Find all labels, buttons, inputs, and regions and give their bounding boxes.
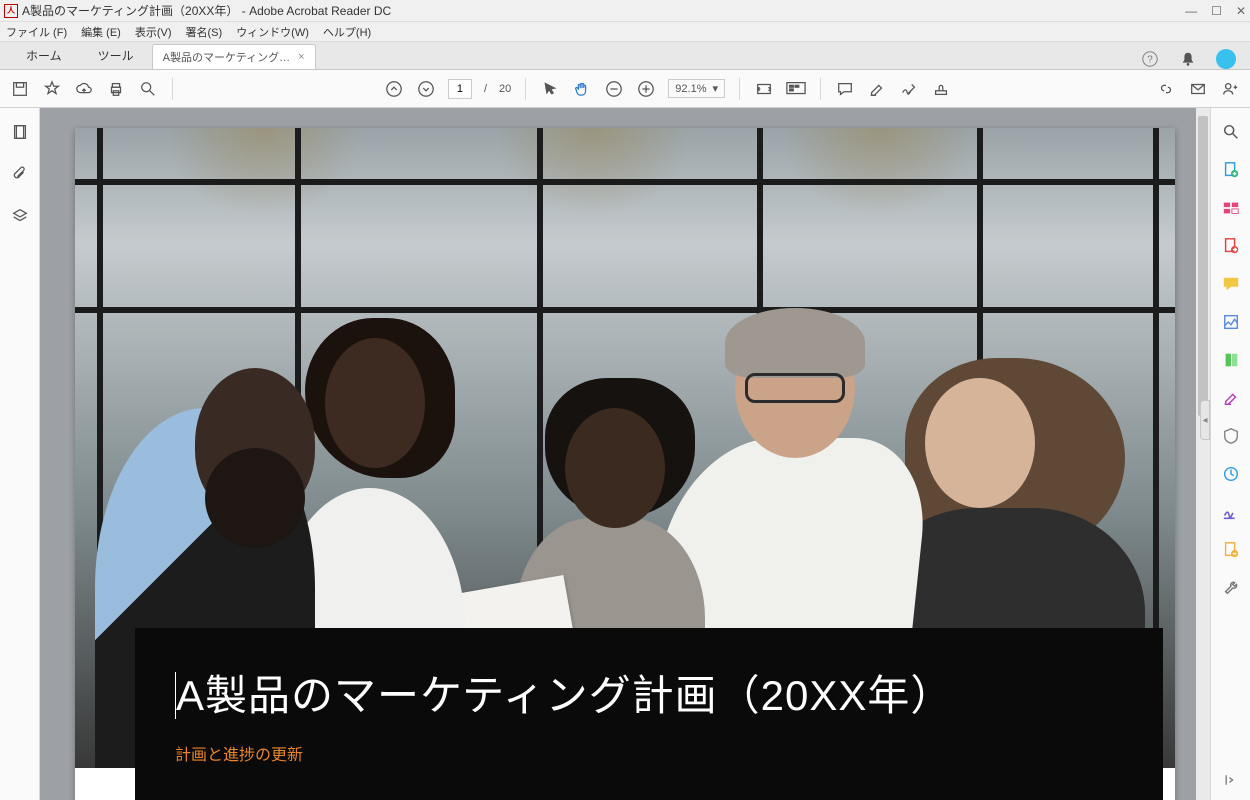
menu-edit[interactable]: 編集 (E)	[81, 24, 121, 40]
document-subtitle: 計画と進捗の更新	[175, 741, 1123, 765]
right-rail-toggle-icon[interactable]	[1221, 770, 1241, 790]
pdf-page: A製品のマーケティング計画（20XX年） 計画と進捗の更新	[75, 128, 1175, 800]
zoom-level-label: 92.1%	[675, 83, 706, 95]
fill-sign-icon[interactable]	[1221, 502, 1241, 522]
attachments-icon[interactable]	[10, 164, 30, 184]
zoom-caret-icon: ▾	[713, 82, 719, 95]
print-icon[interactable]	[106, 79, 126, 99]
menu-view[interactable]: 表示(V)	[135, 24, 172, 40]
vertical-scrollbar[interactable]	[1196, 108, 1210, 800]
tab-close-button[interactable]: ×	[298, 51, 304, 63]
more-tools-icon[interactable]	[1221, 578, 1241, 598]
account-avatar[interactable]	[1216, 49, 1236, 69]
page-separator: /	[484, 83, 487, 95]
combine-files-icon[interactable]	[1221, 198, 1241, 218]
zoom-level-dropdown[interactable]: 92.1% ▾	[668, 79, 725, 98]
share-people-icon[interactable]	[1220, 79, 1240, 99]
tab-home[interactable]: ホーム	[8, 42, 80, 69]
protect-icon[interactable]	[1221, 426, 1241, 446]
svg-text:?: ?	[1147, 55, 1153, 66]
page-up-icon[interactable]	[384, 79, 404, 99]
document-title: A製品のマーケティング計画（20XX年）	[176, 672, 953, 719]
save-icon[interactable]	[10, 79, 30, 99]
tab-bar: ホーム ツール A製品のマーケティング… × ?	[0, 42, 1250, 70]
hand-tool-icon[interactable]	[572, 79, 592, 99]
menu-sign[interactable]: 署名(S)	[186, 24, 223, 40]
sign-icon[interactable]	[899, 79, 919, 99]
page-number-input[interactable]	[448, 79, 472, 99]
right-rail-collapse-handle[interactable]: ◂	[1200, 400, 1210, 440]
star-icon[interactable]	[42, 79, 62, 99]
menu-help[interactable]: ヘルプ(H)	[323, 24, 371, 40]
notifications-icon[interactable]	[1178, 49, 1198, 69]
request-edits-icon[interactable]	[1221, 312, 1241, 332]
thumbnails-icon[interactable]	[10, 122, 30, 142]
stamp-icon[interactable]	[931, 79, 951, 99]
comment-icon[interactable]	[835, 79, 855, 99]
cloud-upload-icon[interactable]	[74, 79, 94, 99]
add-comment-icon[interactable]	[1221, 274, 1241, 294]
highlight-icon[interactable]	[867, 79, 887, 99]
document-canvas[interactable]: A製品のマーケティング計画（20XX年） 計画と進捗の更新	[40, 108, 1210, 800]
menu-bar: ファイル (F) 編集 (E) 表示(V) 署名(S) ウィンドウ(W) ヘルプ…	[0, 22, 1250, 42]
workspace: ▸ A製品のマーケティング計画（20XX年） 計画と進捗の更新 ◂	[0, 108, 1250, 800]
left-nav-rail	[0, 108, 40, 800]
page-down-icon[interactable]	[416, 79, 436, 99]
find-icon[interactable]	[138, 79, 158, 99]
scroll-thumb[interactable]	[1198, 116, 1208, 416]
organize-pages-icon[interactable]	[1221, 350, 1241, 370]
window-titlebar: 人 A製品のマーケティング計画（20XX年） - Adobe Acrobat R…	[0, 0, 1250, 22]
zoom-out-icon[interactable]	[604, 79, 624, 99]
select-tool-icon[interactable]	[540, 79, 560, 99]
zoom-in-icon[interactable]	[636, 79, 656, 99]
page-total: 20	[499, 83, 511, 95]
tab-document-label: A製品のマーケティング…	[163, 49, 290, 65]
stamp-tool-icon[interactable]	[1221, 464, 1241, 484]
send-for-signature-icon[interactable]	[1221, 540, 1241, 560]
maximize-button[interactable]: ☐	[1211, 4, 1222, 18]
create-pdf-icon[interactable]	[1221, 160, 1241, 180]
minimize-button[interactable]: ―	[1185, 4, 1197, 18]
pdf-file-icon: 人	[4, 4, 18, 18]
redact-icon[interactable]	[1221, 388, 1241, 408]
title-block: A製品のマーケティング計画（20XX年） 計画と進捗の更新	[135, 628, 1163, 800]
menu-file[interactable]: ファイル (F)	[6, 24, 67, 40]
help-icon[interactable]: ?	[1140, 49, 1160, 69]
close-window-button[interactable]: ✕	[1236, 4, 1246, 18]
tab-tools[interactable]: ツール	[80, 42, 152, 69]
search-tool-icon[interactable]	[1221, 122, 1241, 142]
share-link-icon[interactable]	[1156, 79, 1176, 99]
right-tools-rail	[1210, 108, 1250, 800]
email-icon[interactable]	[1188, 79, 1208, 99]
menu-window[interactable]: ウィンドウ(W)	[236, 24, 309, 40]
layers-icon[interactable]	[10, 206, 30, 226]
window-title: A製品のマーケティング計画（20XX年） - Adobe Acrobat Rea…	[22, 2, 391, 19]
fit-width-icon[interactable]	[754, 79, 774, 99]
tab-document[interactable]: A製品のマーケティング… ×	[152, 44, 316, 69]
read-mode-icon[interactable]	[786, 79, 806, 99]
export-pdf-icon[interactable]	[1221, 236, 1241, 256]
main-toolbar: / 20 92.1% ▾	[0, 70, 1250, 108]
